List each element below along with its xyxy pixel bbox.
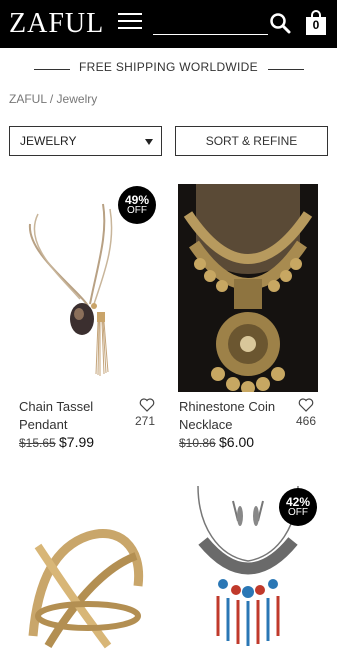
product-card[interactable]: 49% OFF Chain Tassel Pendant $15.65 $7.9… — [18, 184, 158, 464]
product-name-line[interactable]: Rhinestone Coin — [179, 398, 275, 416]
sale-price: $6.00 — [219, 434, 255, 450]
product-card[interactable] — [18, 486, 158, 649]
discount-badge: 42% OFF — [279, 488, 317, 526]
discount-off-label: OFF — [127, 205, 147, 216]
top-header: ZAFUL 0 — [0, 0, 337, 48]
product-name-line[interactable]: Necklace — [179, 416, 275, 434]
category-select[interactable]: JEWELRY — [9, 126, 162, 156]
search-input[interactable] — [153, 34, 268, 35]
heart-icon[interactable] — [139, 398, 155, 412]
original-price: $10.86 — [179, 436, 216, 450]
breadcrumb[interactable]: ZAFUL / Jewelry — [9, 92, 97, 106]
sale-price: $7.99 — [59, 434, 95, 450]
discount-off-label: OFF — [288, 507, 308, 518]
shipping-text: FREE SHIPPING WORLDWIDE — [79, 60, 258, 74]
caret-down-icon — [145, 139, 153, 145]
like-count: 466 — [296, 414, 317, 428]
product-card[interactable]: Rhinestone Coin Necklace $10.86 $6.00 46… — [178, 184, 323, 464]
like-count: 271 — [135, 414, 156, 428]
product-name[interactable]: Rhinestone Coin Necklace — [179, 398, 275, 434]
heart-icon[interactable] — [298, 398, 314, 412]
zaful-logo[interactable]: ZAFUL — [9, 8, 104, 40]
original-price: $15.65 — [19, 436, 56, 450]
menu-icon[interactable] — [118, 13, 142, 33]
sort-refine-button[interactable]: SORT & REFINE — [175, 126, 328, 156]
product-name-line[interactable]: Chain Tassel — [19, 398, 93, 416]
product-name[interactable]: Chain Tassel Pendant — [19, 398, 93, 434]
discount-badge: 49% OFF — [118, 186, 156, 224]
product-image[interactable]: 49% OFF — [18, 184, 158, 392]
shipping-banner: FREE SHIPPING WORLDWIDE — [0, 60, 337, 80]
cart-count: 0 — [312, 18, 320, 32]
divider — [34, 69, 70, 70]
product-card[interactable]: 42% OFF — [178, 486, 323, 649]
product-image[interactable]: 42% OFF — [178, 486, 318, 649]
product-image[interactable] — [178, 184, 318, 392]
product-name-line[interactable]: Pendant — [19, 416, 93, 434]
divider — [268, 69, 304, 70]
shopping-bag-icon[interactable]: 0 — [305, 10, 327, 36]
product-image[interactable] — [18, 486, 158, 649]
category-select-value: JEWELRY — [20, 134, 77, 148]
search-icon[interactable] — [269, 12, 291, 34]
